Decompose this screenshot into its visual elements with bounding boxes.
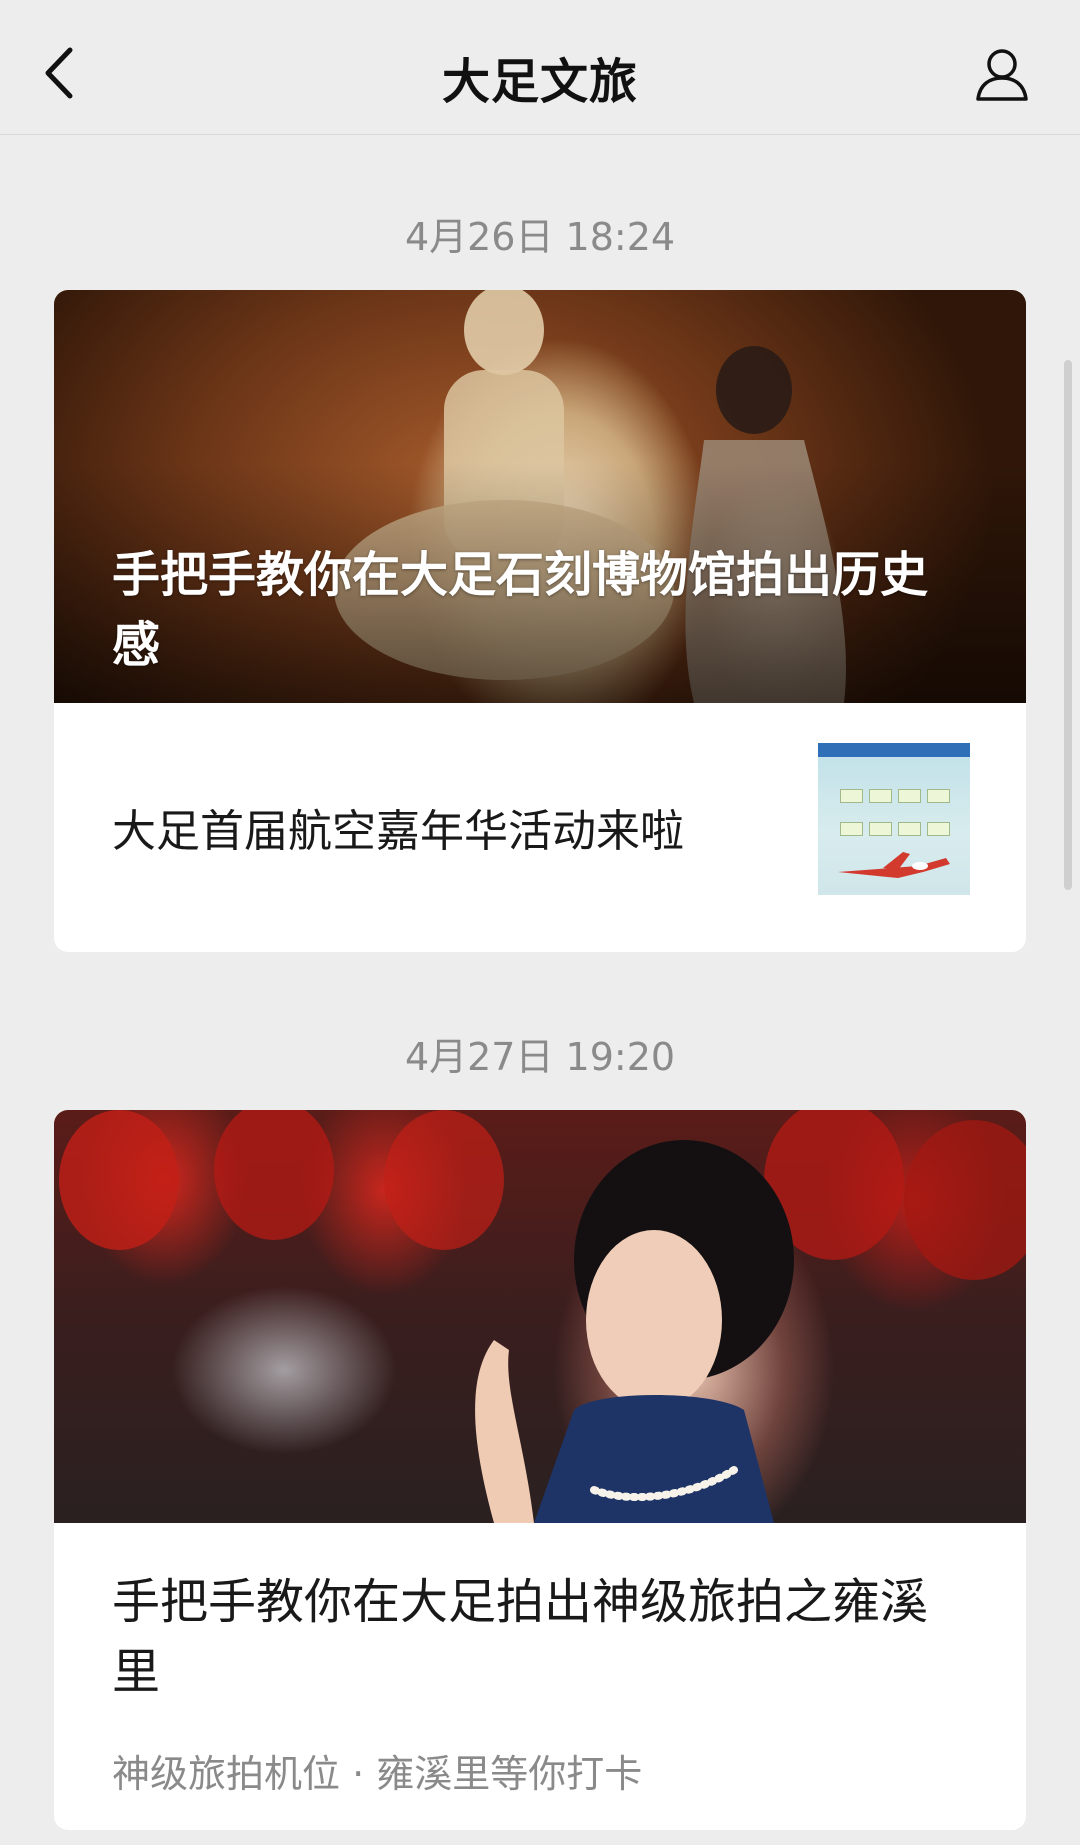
message-timestamp: 4月26日 18:24 [404, 215, 676, 259]
thumbnail-banner [818, 743, 970, 757]
article-title: 手把手教你在大足拍出神级旅拍之雍溪里 [112, 1574, 929, 1700]
portrait-image [59, 1110, 1026, 1523]
scrollbar-thumb[interactable] [1064, 360, 1072, 890]
article-thumbnail [818, 743, 970, 895]
article-subtitle: 神级旅拍机位 · 雍溪里等你打卡 [112, 1752, 643, 1796]
article-hero[interactable] [54, 1110, 1026, 1523]
article-title: 大足首届航空嘉年华活动来啦 [112, 806, 684, 857]
profile-button[interactable] [972, 44, 1032, 104]
article-card: 手把手教你在大足拍出神级旅拍之雍溪里 神级旅拍机位 · 雍溪里等你打卡 [54, 1110, 1026, 1830]
hero-title: 手把手教你在大足石刻博物馆拍出历史感 [112, 547, 929, 673]
article-body[interactable]: 手把手教你在大足拍出神级旅拍之雍溪里 神级旅拍机位 · 雍溪里等你打卡 [54, 1523, 1026, 1830]
article-list-item[interactable]: 大足首届航空嘉年华活动来啦 [54, 703, 1026, 952]
airplane-icon [838, 852, 950, 878]
user-icon [976, 49, 1028, 101]
message-timestamp: 4月27日 19:20 [404, 1035, 676, 1079]
article-card: 手把手教你在大足石刻博物馆拍出历史感 大足首届航空嘉年华活动来啦 [54, 290, 1026, 952]
thumbnail-grid [840, 789, 950, 849]
top-nav-bar: 大足文旅 [0, 0, 1080, 135]
page-title: 大足文旅 [441, 54, 638, 110]
article-hero[interactable]: 手把手教你在大足石刻博物馆拍出历史感 [54, 290, 1026, 703]
